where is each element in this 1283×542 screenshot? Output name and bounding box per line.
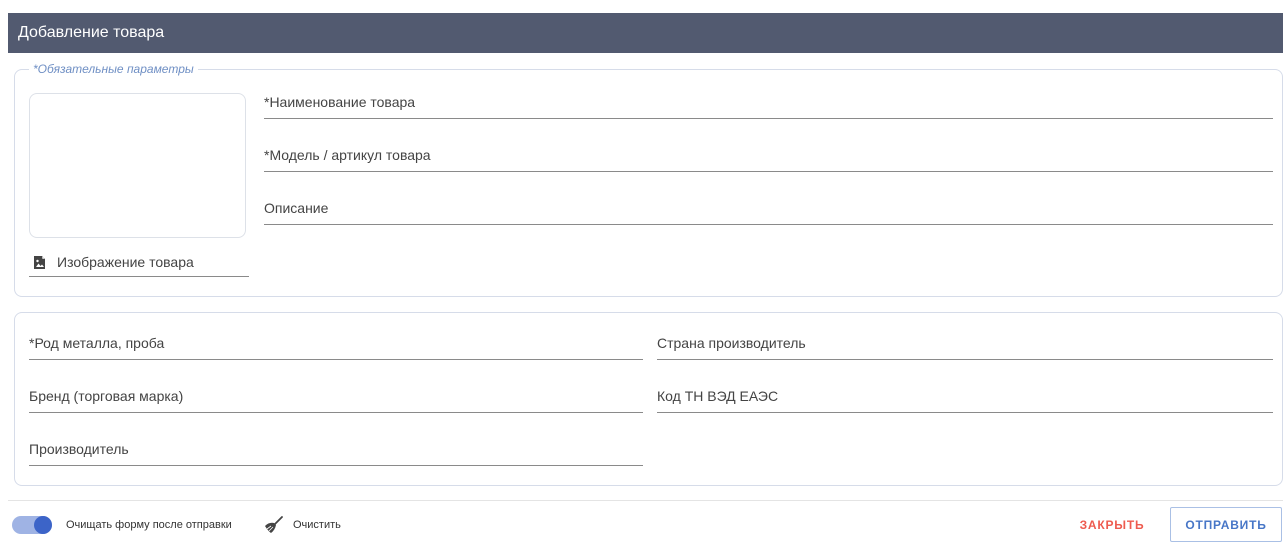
brand-field[interactable]: [29, 387, 643, 413]
required-params-legend: *Обязательные параметры: [29, 62, 198, 76]
product-description-input[interactable]: [264, 199, 1273, 217]
product-image-upload[interactable]: Изображение товара: [29, 254, 249, 277]
metal-input[interactable]: [29, 334, 643, 352]
send-button[interactable]: ОТПРАВИТЬ: [1170, 507, 1282, 542]
footer-divider: [8, 500, 1283, 501]
tnved-field[interactable]: [657, 387, 1273, 413]
brand-input[interactable]: [29, 387, 643, 405]
product-name-field[interactable]: [264, 93, 1273, 119]
manufacturer-field[interactable]: [29, 440, 643, 466]
metal-field[interactable]: [29, 334, 643, 360]
image-upload-icon: [34, 256, 45, 269]
manufacturer-input[interactable]: [29, 440, 643, 458]
product-description-field[interactable]: [264, 199, 1273, 225]
tnved-input[interactable]: [657, 387, 1273, 405]
broom-icon: [265, 516, 283, 533]
product-image-preview[interactable]: [29, 93, 246, 238]
clear-after-submit-label: Очищать форму после отправки: [66, 519, 232, 531]
country-input[interactable]: [657, 334, 1273, 352]
country-field[interactable]: [657, 334, 1273, 360]
close-button[interactable]: ЗАКРЫТЬ: [1068, 510, 1156, 540]
dialog-title: Добавление товара: [8, 13, 1283, 53]
product-model-input[interactable]: [264, 146, 1273, 164]
product-name-input[interactable]: [264, 93, 1273, 111]
clear-button[interactable]: Очистить: [262, 514, 341, 536]
image-upload-label: Изображение товара: [57, 254, 194, 270]
product-model-field[interactable]: [264, 146, 1273, 172]
toggle-knob: [34, 516, 52, 534]
clear-after-submit-toggle[interactable]: [12, 516, 52, 534]
clear-label: Очистить: [293, 519, 341, 531]
